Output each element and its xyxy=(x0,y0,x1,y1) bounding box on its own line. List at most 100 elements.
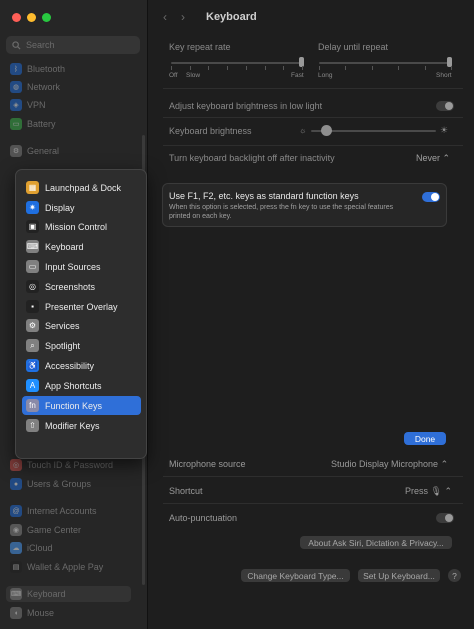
sidebar-item-users[interactable]: ● Users & Groups xyxy=(10,476,134,492)
mouse-icon: ◖ xyxy=(10,607,22,619)
delay-label: Delay until repeat xyxy=(318,42,389,52)
screenshot-icon: ◎ xyxy=(26,280,39,293)
brightness-knob[interactable] xyxy=(320,125,332,136)
sidebar-item-internet-accounts[interactable]: @ Internet Accounts xyxy=(10,503,134,519)
adjust-brightness-label: Adjust keyboard brightness in low light xyxy=(169,101,323,111)
spotlight-icon: ⌕ xyxy=(26,339,39,352)
app-store-icon: A xyxy=(26,379,39,392)
menu-item-screenshots[interactable]: ◎ Screenshots xyxy=(22,277,141,296)
change-keyboard-type-button[interactable]: Change Keyboard Type... xyxy=(241,569,350,582)
function-keys-toggle[interactable] xyxy=(422,192,440,202)
about-dictation-button[interactable]: About Ask Siri, Dictation & Privacy... xyxy=(300,536,452,549)
menu-item-spotlight[interactable]: ⌕ Spotlight xyxy=(22,336,141,355)
keyboard-icon: ⌨ xyxy=(26,240,39,253)
function-keys-description: When this option is selected, press the … xyxy=(169,204,394,220)
vpn-icon: ◈ xyxy=(10,99,22,111)
mission-control-icon: ▣ xyxy=(26,220,39,233)
back-icon[interactable]: ‹ xyxy=(163,10,167,24)
key-repeat-slider[interactable] xyxy=(171,62,303,64)
nav-buttons: ‹ › xyxy=(163,10,185,24)
key-repeat-ticks xyxy=(171,66,303,70)
chevron-updown-icon: ⌃ xyxy=(440,459,449,469)
key-repeat-label: Key repeat rate xyxy=(169,42,231,52)
repeat-tick-fast: Fast xyxy=(291,72,304,79)
gear-icon: ⚙ xyxy=(10,145,22,157)
sidebar-item-bluetooth[interactable]: ᛒ Bluetooth xyxy=(10,61,134,77)
sidebar-item-keyboard[interactable]: ⌨ Keyboard xyxy=(6,586,131,602)
minimize-button[interactable] xyxy=(27,13,36,22)
modifier-keys-icon: ⇧ xyxy=(26,419,39,432)
game-center-icon: ◉ xyxy=(10,524,22,536)
menu-item-launchpad[interactable]: ▦ Launchpad & Dock xyxy=(22,178,141,197)
at-icon: @ xyxy=(10,505,22,517)
cloud-icon: ☁ xyxy=(10,542,22,554)
backlight-off-label: Turn keyboard backlight off after inacti… xyxy=(169,153,335,163)
search-input[interactable]: Search xyxy=(6,36,140,54)
microphone-icon: 🎙 xyxy=(430,486,442,496)
input-sources-icon: ▭ xyxy=(26,260,39,273)
keyboard-icon: ⌨ xyxy=(10,588,22,600)
menu-item-presenter-overlay[interactable]: ▪ Presenter Overlay xyxy=(22,297,141,316)
divider xyxy=(163,503,463,504)
shortcut-select[interactable]: Press 🎙 ⌃ xyxy=(405,486,452,497)
sidebar-item-game-center[interactable]: ◉ Game Center xyxy=(10,522,134,538)
autopunct-toggle[interactable] xyxy=(436,513,454,523)
divider xyxy=(163,117,463,118)
delay-tick-long: Long xyxy=(318,72,333,79)
mic-source-select[interactable]: Studio Display Microphone ⌃ xyxy=(331,459,448,470)
battery-icon: ▭ xyxy=(10,118,22,130)
setup-keyboard-button[interactable]: Set Up Keyboard... xyxy=(358,569,440,582)
close-button[interactable] xyxy=(12,13,21,22)
brightness-label: Keyboard brightness xyxy=(169,126,252,136)
chevron-updown-icon: ⌃ xyxy=(442,153,451,163)
window-controls xyxy=(12,13,51,22)
launchpad-icon: ▦ xyxy=(26,181,39,194)
delay-tick-short: Short xyxy=(436,72,452,79)
sidebar-item-network[interactable]: ◍ Network xyxy=(10,79,134,95)
divider xyxy=(163,145,463,146)
chevron-updown-icon: ⌃ xyxy=(444,486,453,496)
users-icon: ● xyxy=(10,478,22,490)
forward-icon[interactable]: › xyxy=(181,10,185,24)
sidebar-item-icloud[interactable]: ☁ iCloud xyxy=(10,540,134,556)
menu-item-modifier-keys[interactable]: ⇧ Modifier Keys xyxy=(22,416,141,435)
display-icon: ✷ xyxy=(26,201,39,214)
menu-item-accessibility[interactable]: ♿ Accessibility xyxy=(22,356,141,375)
delay-slider[interactable] xyxy=(319,62,452,64)
help-button[interactable]: ? xyxy=(448,569,461,582)
function-keys-title: Use F1, F2, etc. keys as standard functi… xyxy=(169,191,359,201)
accessibility-icon: ♿ xyxy=(26,359,39,372)
sidebar-item-touch-id[interactable]: ◎ Touch ID & Password xyxy=(10,457,134,473)
zoom-button[interactable] xyxy=(42,13,51,22)
menu-item-mission-control[interactable]: ▣ Mission Control xyxy=(22,217,141,236)
page-title: Keyboard xyxy=(206,11,257,23)
search-icon xyxy=(12,40,21,50)
search-placeholder: Search xyxy=(26,40,55,50)
sidebar-item-battery[interactable]: ▭ Battery xyxy=(10,116,134,132)
menu-item-app-shortcuts[interactable]: A App Shortcuts xyxy=(22,376,141,395)
sidebar-item-wallet[interactable]: ▤ Wallet & Apple Pay xyxy=(10,559,134,575)
brightness-high-icon: ☀ xyxy=(440,125,449,135)
divider xyxy=(163,88,463,89)
sidebar-item-vpn[interactable]: ◈ VPN xyxy=(10,97,134,113)
done-button[interactable]: Done xyxy=(404,432,446,445)
sidebar-item-mouse[interactable]: ◖ Mouse xyxy=(10,605,134,621)
menu-item-services[interactable]: ⚙ Services xyxy=(22,316,141,335)
sidebar-item-general[interactable]: ⚙ General xyxy=(10,143,134,159)
function-keys-panel: Use F1, F2, etc. keys as standard functi… xyxy=(162,183,447,227)
menu-item-function-keys[interactable]: fn Function Keys xyxy=(22,396,141,415)
menu-item-keyboard[interactable]: ⌨ Keyboard xyxy=(22,237,141,256)
presenter-overlay-icon: ▪ xyxy=(26,300,39,313)
mic-source-label: Microphone source xyxy=(169,459,246,469)
shortcut-category-list: ▦ Launchpad & Dock ✷ Display ▣ Mission Cont… xyxy=(15,169,147,459)
fingerprint-icon: ◎ xyxy=(10,459,22,471)
repeat-tick-off: Off xyxy=(169,72,178,79)
wallet-icon: ▤ xyxy=(10,561,22,573)
adjust-brightness-toggle[interactable] xyxy=(436,101,454,111)
menu-item-display[interactable]: ✷ Display xyxy=(22,198,141,217)
bluetooth-icon: ᛒ xyxy=(10,63,22,75)
function-keys-icon: fn xyxy=(26,399,39,412)
menu-item-input-sources[interactable]: ▭ Input Sources xyxy=(22,257,141,276)
backlight-off-select[interactable]: Never ⌃ xyxy=(416,153,450,164)
brightness-low-icon: ☼ xyxy=(299,126,307,135)
